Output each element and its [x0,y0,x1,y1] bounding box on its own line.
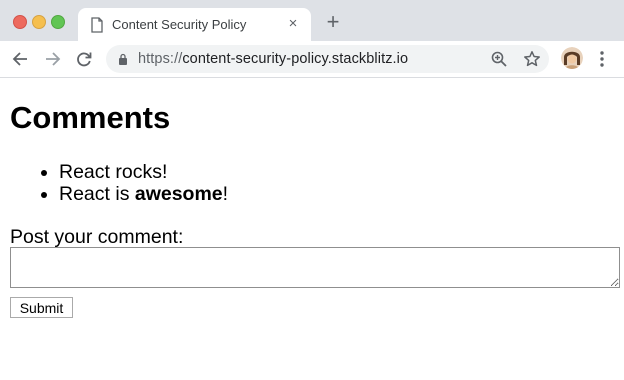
comment-textarea[interactable] [10,247,620,288]
tab-title: Content Security Policy [112,17,247,32]
comment-item: React rocks! [59,161,228,183]
url-text[interactable]: https://content-security-policy.stackbli… [138,51,408,67]
back-arrow-icon[interactable] [11,49,31,69]
window-close-button[interactable] [13,15,27,29]
comment-emphasis: awesome [134,183,223,205]
page-title: Comments [10,100,171,135]
window-maximize-button[interactable] [51,15,65,29]
comment-text: React rocks! [59,161,168,183]
star-icon[interactable] [523,50,541,68]
url-scheme: https:// [138,51,183,67]
post-comment-label: Post your comment: [10,226,184,248]
menu-icon[interactable] [594,49,610,69]
tab-strip: Content Security Policy × + [0,0,624,41]
close-tab-icon[interactable]: × [285,16,301,32]
page-content: Comments React rocks! React is awesome! … [0,78,624,380]
lock-icon [119,53,127,65]
tab-content-security-policy[interactable]: Content Security Policy × [78,8,311,41]
page-icon [91,17,103,33]
zoom-icon[interactable] [490,50,508,68]
url-host: content-security-policy.stackblitz.io [182,51,409,67]
forward-arrow-icon[interactable] [42,49,62,69]
browser-toolbar: https://content-security-policy.stackbli… [0,41,624,78]
comment-item: React is awesome! [59,183,228,205]
comments-list: React rocks! React is awesome! [10,161,228,205]
address-bar[interactable]: https://content-security-policy.stackbli… [106,45,549,73]
submit-button[interactable]: Submit [10,297,73,318]
comment-suffix: ! [222,183,229,205]
profile-avatar[interactable] [561,47,583,69]
reload-icon[interactable] [74,49,94,69]
window-minimize-button[interactable] [32,15,46,29]
new-tab-button[interactable]: + [322,11,344,33]
comment-prefix: React is [59,183,135,205]
